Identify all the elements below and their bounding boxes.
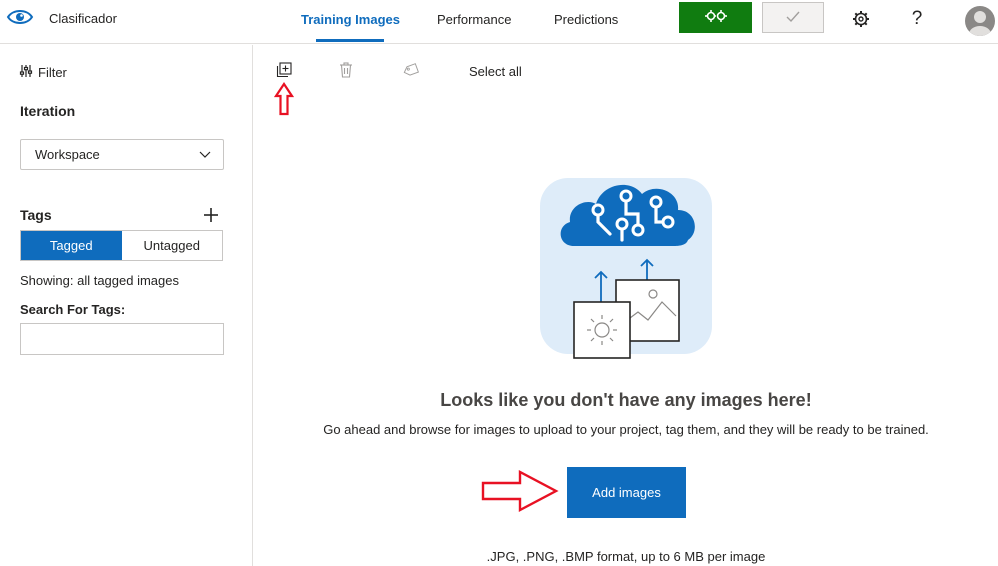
top-bar: Clasificador Training Images Performance… xyxy=(0,0,998,44)
filter-icon xyxy=(19,64,33,81)
ai-cloud-illustration xyxy=(538,174,716,360)
add-tag-icon[interactable] xyxy=(203,207,219,223)
quick-test-button[interactable] xyxy=(762,2,824,33)
active-tab-indicator xyxy=(316,39,384,42)
filter-button[interactable]: Filter xyxy=(19,63,67,81)
gears-icon xyxy=(703,9,729,26)
app-title: Clasificador xyxy=(49,11,117,26)
help-button[interactable]: ? xyxy=(906,6,928,32)
iteration-selected-value: Workspace xyxy=(35,147,100,162)
untagged-option[interactable]: Untagged xyxy=(122,231,223,260)
showing-status-text: Showing: all tagged images xyxy=(20,273,179,288)
tagged-untagged-toggle: Tagged Untagged xyxy=(20,230,223,261)
iteration-heading: Iteration xyxy=(20,103,76,119)
select-all-button[interactable]: Select all xyxy=(469,64,522,79)
user-avatar-icon[interactable] xyxy=(965,6,995,36)
iteration-dropdown[interactable]: Workspace xyxy=(20,139,224,170)
empty-state-description: Go ahead and browse for images to upload… xyxy=(323,422,929,437)
empty-state-title: Looks like you don't have any images her… xyxy=(440,390,812,410)
red-arrow-right-annotation xyxy=(480,468,560,517)
tags-heading: Tags xyxy=(20,207,52,223)
sidebar: Filter Iteration Workspace Tags Tagged U… xyxy=(0,45,253,566)
tab-performance[interactable]: Performance xyxy=(437,12,511,27)
checkmark-icon xyxy=(786,10,800,26)
eye-icon xyxy=(6,8,34,26)
search-tags-label: Search For Tags: xyxy=(20,302,126,317)
tag-icon[interactable] xyxy=(403,62,419,78)
filter-label: Filter xyxy=(38,64,67,80)
search-tags-input[interactable] xyxy=(20,323,224,355)
train-button[interactable] xyxy=(679,2,752,33)
supported-formats-text: .JPG, .PNG, .BMP format, up to 6 MB per … xyxy=(486,549,766,564)
red-arrow-up-annotation xyxy=(273,82,295,119)
tab-training-images[interactable]: Training Images xyxy=(301,12,400,27)
tagged-option[interactable]: Tagged xyxy=(21,231,122,260)
gear-icon xyxy=(852,10,870,31)
settings-button[interactable] xyxy=(850,9,872,31)
chevron-down-icon xyxy=(199,148,211,163)
add-images-icon[interactable] xyxy=(276,62,292,78)
tab-predictions[interactable]: Predictions xyxy=(554,12,618,27)
trash-icon[interactable] xyxy=(338,62,354,78)
add-images-button[interactable]: Add images xyxy=(567,467,686,518)
